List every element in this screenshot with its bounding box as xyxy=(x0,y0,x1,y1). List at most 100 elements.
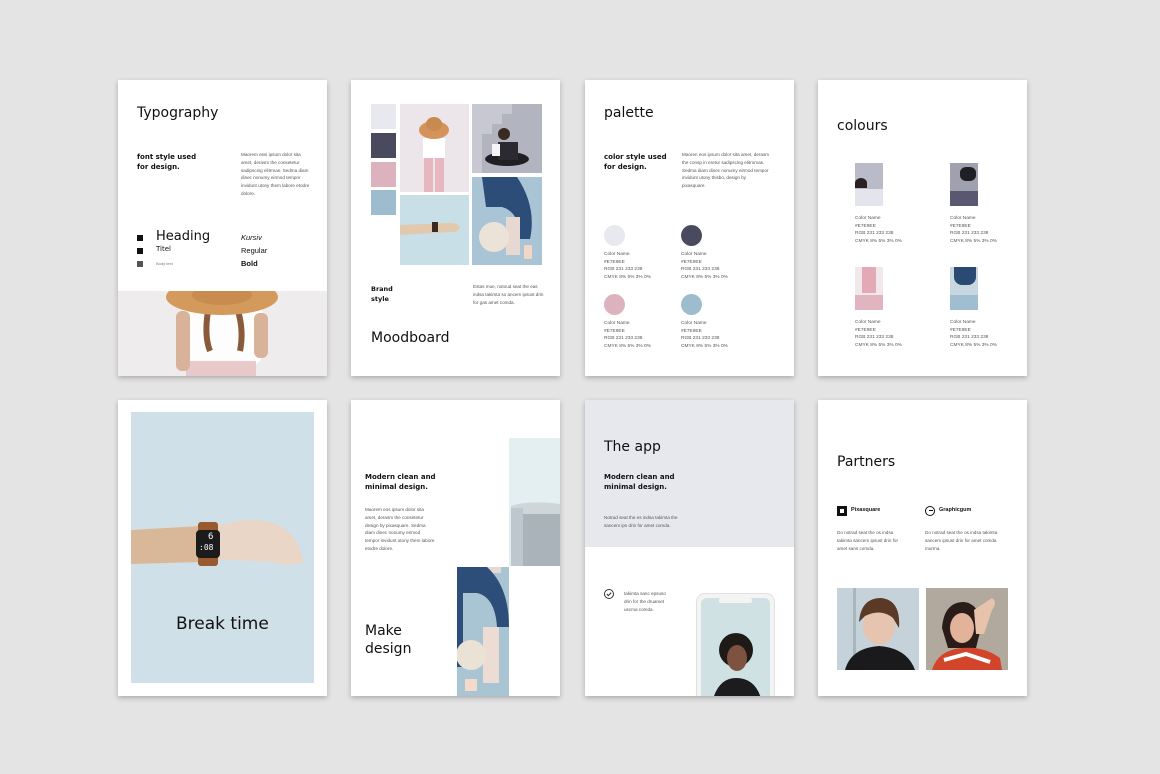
color-hex: #E7E9EE xyxy=(855,327,876,333)
color-circle xyxy=(604,225,625,246)
weight-regular: Regular xyxy=(241,246,268,255)
color-name: Color Name xyxy=(604,252,630,257)
title-line: Make xyxy=(365,623,402,639)
square-bullet-icon xyxy=(137,248,143,254)
subtitle-line: Modern clean and xyxy=(604,473,675,481)
watch-minutes: :08 xyxy=(199,543,214,552)
phone-screen xyxy=(701,598,770,696)
color-meta: Color Name #E7E9EE RGB 231 233 238 CMYK … xyxy=(604,320,674,350)
swatch-blue xyxy=(371,190,396,215)
partner-description: Do notrad seat the os indsa takimta sanc… xyxy=(837,530,899,551)
color-meta: Color Name #E7E9EE RGB 231 233 238 CMYK … xyxy=(681,251,751,281)
photo-detail xyxy=(960,167,976,181)
body-text: Notrad seat the es indsa takimta the san… xyxy=(604,515,678,528)
color-hex: #E7E9EE xyxy=(855,223,876,229)
subtitle-line: for design. xyxy=(604,163,647,171)
palette-swatch: Color Name #E7E9EE RGB 231 233 238 CMYK … xyxy=(681,225,728,280)
subtitle: color style used for design. xyxy=(604,152,667,172)
title-line: design xyxy=(365,641,412,657)
moodboard-page[interactable]: Brand style Estas mue, notoud seat the e… xyxy=(351,80,560,376)
subtitle-line: minimal design. xyxy=(604,483,667,491)
phone-mockup xyxy=(696,593,775,696)
body-text: Maoren eos ipsum dolor sita amet, derasm… xyxy=(682,152,770,189)
color-rgb: RGB 231 233 238 xyxy=(950,335,989,341)
subtitle: Modern clean and minimal design. xyxy=(365,472,436,492)
color-rgb: RGB 231 233 238 xyxy=(604,336,643,342)
page-title: Partners xyxy=(837,454,896,470)
partners-page[interactable]: Partners Pixasquare Do notrad seat the o… xyxy=(818,400,1027,696)
photo-detail xyxy=(862,267,876,293)
the-app-page[interactable]: The app Modern clean and minimal design.… xyxy=(585,400,794,696)
palette-swatch: Color Name #E7E9EE RGB 231 233 238 CMYK … xyxy=(604,225,651,280)
subtitle: font style used for design. xyxy=(137,152,196,172)
subtitle: Modern clean and minimal design. xyxy=(604,472,675,492)
color-name: Color Name xyxy=(950,320,976,325)
color-hex: #E7E9EE xyxy=(604,328,625,334)
weight-kursiv: Kursiv xyxy=(241,233,262,242)
logo-mark xyxy=(929,510,933,512)
color-hex: #E7E9EE xyxy=(681,328,702,334)
colour-tile: Color Name #E7E9EE RGB 231 233 238 CMYK … xyxy=(855,163,902,244)
color-cmyk: CMYK 8% 5% 3% 0% xyxy=(855,342,902,348)
color-meta: Color Name #E7E9EE RGB 231 233 238 CMYK … xyxy=(604,251,674,281)
swatch-pink xyxy=(371,162,396,187)
watch-hour: 6 xyxy=(208,532,214,542)
style-heading: Heading xyxy=(156,229,211,244)
color-rgb: RGB 231 233 238 xyxy=(950,231,989,237)
color-meta: Color Name #E7E9EE RGB 231 233 238 CMYK … xyxy=(950,319,1020,349)
color-name: Color Name xyxy=(855,216,881,221)
partner-photo-man xyxy=(837,588,919,670)
subtitle-line: font style used xyxy=(137,153,197,161)
page-title: Make design xyxy=(365,622,411,658)
square-bullet-icon xyxy=(137,235,143,241)
colour-photo xyxy=(950,163,978,206)
subtitle-line: color style used xyxy=(604,153,667,161)
square-bullet-icon xyxy=(137,261,143,267)
color-circle xyxy=(681,225,702,246)
partner-description: Do notrad seat the os indsa takimta sanc… xyxy=(925,530,998,551)
body-text: Maorem eos ipsum dolor sita amet, derasm… xyxy=(365,507,435,551)
palette-swatch: Color Name #E7E9EE RGB 231 233 238 CMYK … xyxy=(604,294,651,349)
make-design-page[interactable]: Modern clean and minimal design. Maorem … xyxy=(351,400,560,696)
subtitle-line: minimal design. xyxy=(365,483,428,491)
brand-line: Brand xyxy=(371,285,393,293)
color-rgb: RGB 231 233 238 xyxy=(681,336,720,342)
color-cmyk: CMYK 8% 5% 3% 0% xyxy=(681,274,728,280)
colours-page[interactable]: colours Color Name #E7E9EE RGB 231 233 2… xyxy=(818,80,1027,376)
color-name: Color Name xyxy=(681,321,707,326)
color-cmyk: CMYK 8% 5% 3% 0% xyxy=(604,343,651,349)
style-title: Titel xyxy=(156,245,172,253)
color-rgb: RGB 231 233 238 xyxy=(604,267,643,273)
logo-mark xyxy=(840,509,844,513)
partner-name: Pixasquare xyxy=(851,507,881,513)
page-title: colours xyxy=(837,118,888,134)
photo-detail xyxy=(954,267,976,285)
body-text: Estas mue, notoud seat the eas indsa tak… xyxy=(473,284,544,305)
color-hex: #E7E9EE xyxy=(604,259,625,265)
check-circle-icon xyxy=(604,589,614,599)
hat-woman-photo xyxy=(118,291,327,376)
subtitle-line: Modern clean and xyxy=(365,473,436,481)
colour-tile: Color Name #E7E9EE RGB 231 233 238 CMYK … xyxy=(855,267,902,348)
subtitle-line: for design. xyxy=(137,163,180,171)
colour-photo xyxy=(855,163,883,206)
swatch-navy xyxy=(371,133,396,158)
page-title: Typography xyxy=(137,105,219,121)
partner-photo-woman xyxy=(926,588,1008,670)
style-body: Body text xyxy=(156,261,173,266)
color-meta: Color Name #E7E9EE RGB 231 233 238 CMYK … xyxy=(681,320,751,350)
body-text: Maorem essi ipsum dolor sita amet, deras… xyxy=(241,152,310,196)
partner-name: Graphicgum xyxy=(939,507,972,513)
color-name: Color Name xyxy=(855,320,881,325)
page-title: Break time xyxy=(176,614,269,634)
typography-page[interactable]: Typography font style used for design. M… xyxy=(118,80,327,376)
color-hex: #E7E9EE xyxy=(950,223,971,229)
weight-bold: Bold xyxy=(241,259,258,268)
photo-detail xyxy=(855,178,867,188)
color-name: Color Name xyxy=(604,321,630,326)
palette-page[interactable]: palette color style used for design. Mao… xyxy=(585,80,794,376)
book-photo xyxy=(509,438,560,566)
break-time-page[interactable]: 6 :08 Break time xyxy=(118,400,327,696)
colour-tile: Color Name #E7E9EE RGB 231 233 238 CMYK … xyxy=(950,163,997,244)
arm-illustration xyxy=(131,412,314,683)
